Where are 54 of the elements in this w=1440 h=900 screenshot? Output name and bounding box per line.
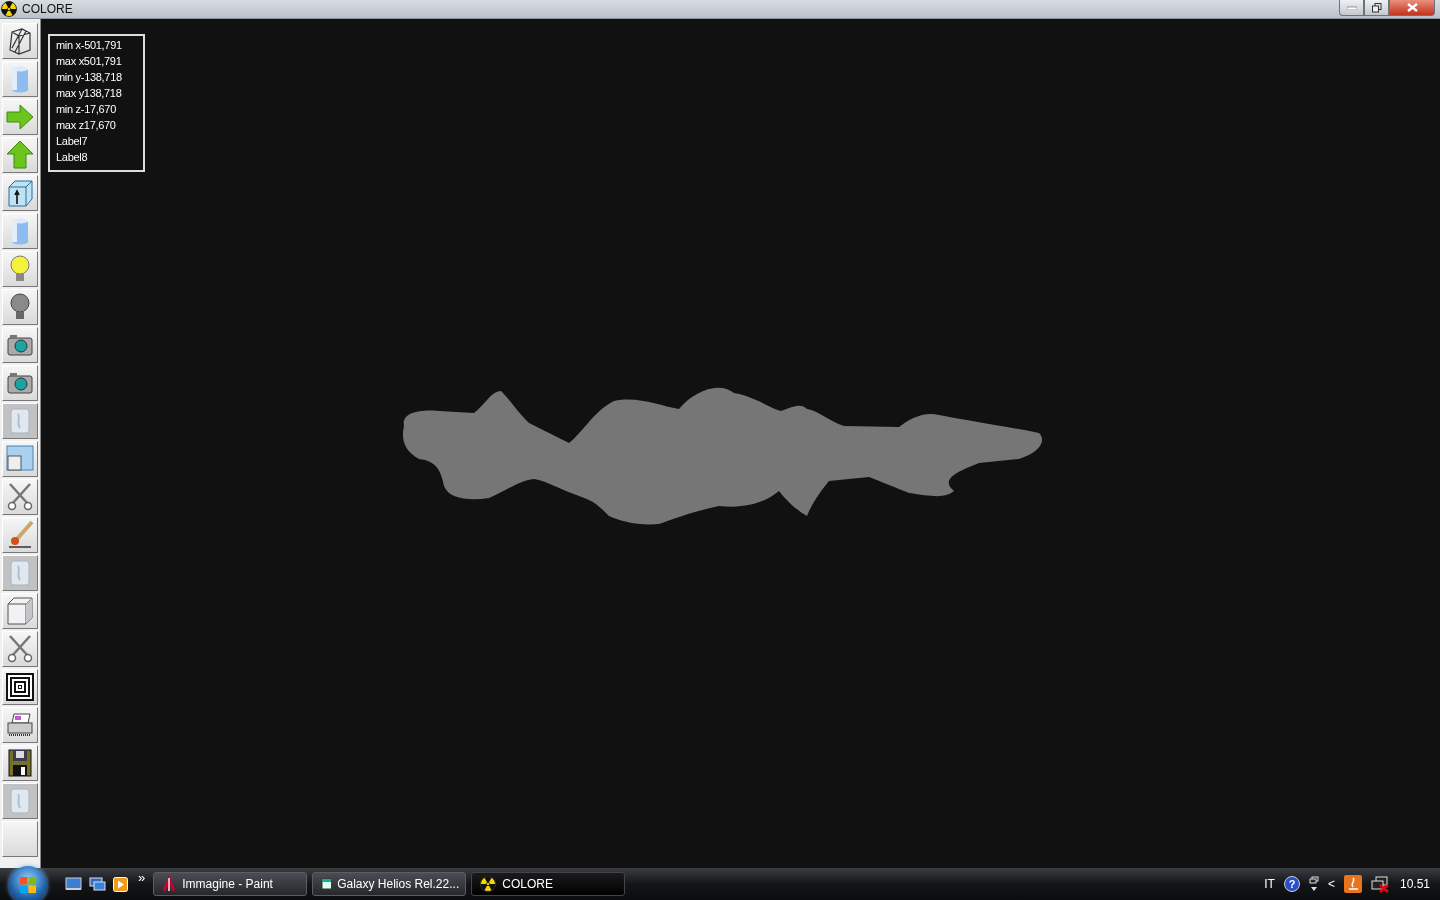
window-icon <box>321 878 332 890</box>
squares-icon <box>6 672 34 702</box>
start-button[interactable] <box>9 866 47 900</box>
toolbar-button[interactable] <box>2 327 38 363</box>
info-label: max z17,670 <box>56 118 117 133</box>
toolbar-button[interactable] <box>2 517 38 553</box>
toolbar-button[interactable] <box>2 289 38 325</box>
cube-icon <box>6 596 34 626</box>
taskbar-button[interactable]: COLORE <box>471 872 626 896</box>
close-button[interactable] <box>1389 0 1435 16</box>
radiation-icon <box>480 876 497 892</box>
wireframe-box-icon <box>6 26 34 56</box>
taskbar-button[interactable]: Immagine - Paint <box>153 872 308 896</box>
scissors-icon <box>6 482 34 512</box>
arrow-up-icon <box>6 140 34 170</box>
arrow-right-icon <box>6 102 34 132</box>
radiation-icon <box>1 1 17 17</box>
minimize-button[interactable] <box>1339 0 1364 16</box>
help-icon[interactable]: ? <box>1283 876 1300 892</box>
info-label: min z-17,670 <box>56 102 117 117</box>
toolbar-button[interactable] <box>2 669 38 705</box>
window-icon <box>6 444 34 474</box>
box-arrow-icon <box>6 178 34 208</box>
network-disconnected-icon[interactable] <box>1370 875 1391 893</box>
info-label: Label7 <box>56 134 89 149</box>
toolbar-button[interactable] <box>2 175 38 211</box>
scissors-icon <box>6 634 34 664</box>
info-label: min x-501,791 <box>56 38 123 53</box>
info-label: min y-138,718 <box>56 70 123 85</box>
minimize-icon <box>1346 5 1357 10</box>
windows-logo-icon <box>19 876 37 894</box>
close-icon <box>1406 3 1418 12</box>
clock[interactable]: 10.51 <box>1399 877 1430 891</box>
brush-icon <box>6 520 34 550</box>
info-label: max x501,791 <box>56 54 123 69</box>
language-indicator[interactable]: IT <box>1264 877 1275 891</box>
toolbar-button[interactable] <box>2 707 38 743</box>
toolbar-button[interactable] <box>2 23 38 59</box>
play-icon[interactable] <box>113 876 128 892</box>
show-hidden-icons-button[interactable]: < <box>1327 877 1335 891</box>
more-button[interactable]: » <box>138 870 146 885</box>
info-label: max y138,718 <box>56 86 123 101</box>
toolbar-button[interactable] <box>2 745 38 781</box>
taskbar-button[interactable]: Galaxy Helios Rel.22... <box>312 872 467 896</box>
window-title: COLORE <box>22 2 74 16</box>
restore-button[interactable] <box>1364 0 1389 16</box>
info-label: Label8 <box>56 150 89 165</box>
desktop-icon[interactable] <box>65 877 82 891</box>
switch-windows-icon[interactable] <box>89 877 106 891</box>
window-arrow-icon[interactable] <box>1308 876 1319 892</box>
toolbar-button[interactable] <box>2 365 38 401</box>
restore-icon <box>1371 2 1382 13</box>
flame-app-icon[interactable] <box>1343 875 1362 893</box>
floppy-icon <box>6 748 34 778</box>
